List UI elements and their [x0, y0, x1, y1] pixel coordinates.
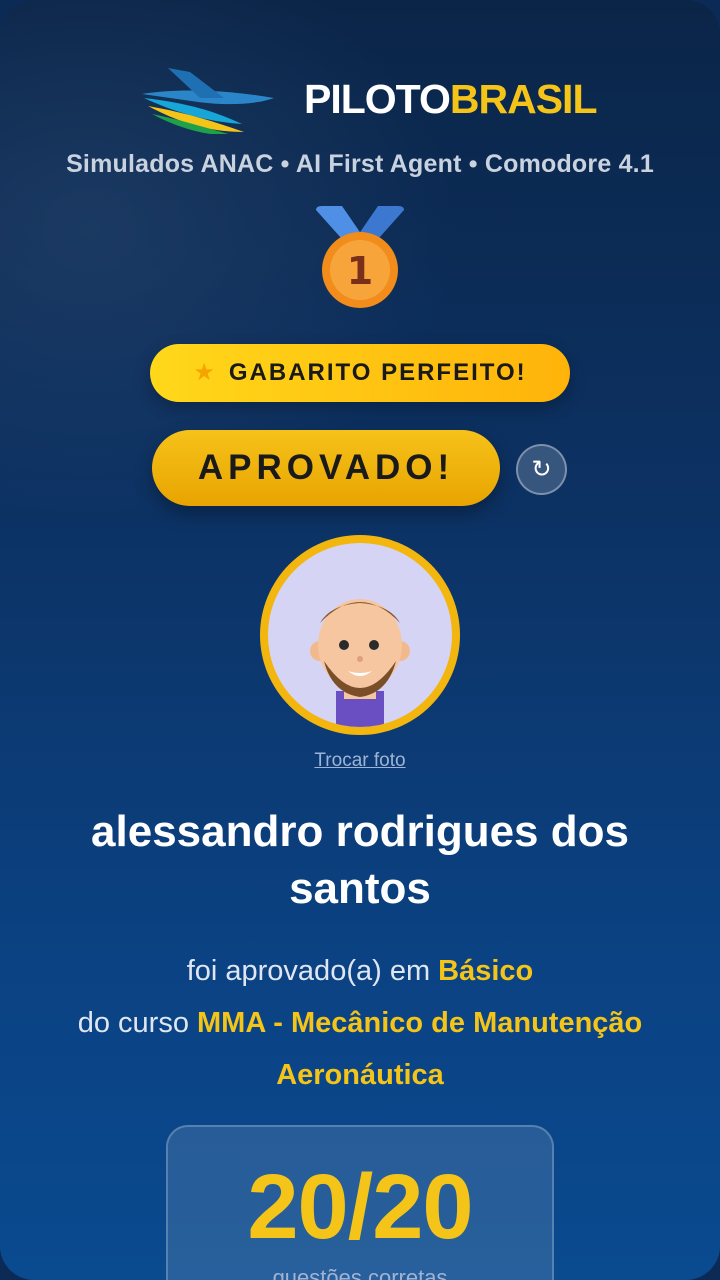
result-line-1: foi aprovado(a) em Básico	[30, 945, 690, 997]
student-name: alessandro rodrigues dos santos	[91, 807, 629, 913]
approved-badge: APROVADO!	[152, 430, 500, 506]
brand-header: PILOTOBRASIL	[0, 58, 720, 138]
approved-label: APROVADO!	[197, 448, 455, 487]
score-card: 20/20 questões corretas	[166, 1125, 554, 1280]
course-prefix-text: do curso	[77, 1007, 189, 1039]
result-line-2: do curso MMA - Mecânico de Manutenção Ae…	[30, 997, 690, 1101]
brand-name-yellow: BRASIL	[449, 76, 598, 122]
approved-in-text: foi aprovado(a) em	[186, 955, 431, 987]
result-screen: PILOTOBRASIL Simulados ANAC • AI First A…	[0, 0, 720, 1280]
avatar[interactable]	[260, 535, 460, 735]
user-avatar-icon	[310, 599, 410, 727]
brand-name-white: PILOTO	[304, 76, 451, 122]
first-place-medal-icon: 1	[316, 206, 404, 308]
perfect-score-badge: ★ GABARITO PERFEITO!	[150, 344, 570, 402]
course-name: MMA - Mecânico de Manutenção Aeronáutica	[197, 1007, 643, 1091]
score-value: 20/20	[247, 1156, 473, 1258]
result-description: foi aprovado(a) em Básico do curso MMA -…	[30, 945, 690, 1101]
star-icon: ★	[193, 359, 215, 386]
subtitle: Simulados ANAC • AI First Agent • Comodo…	[66, 150, 654, 178]
refresh-icon: ↻	[531, 456, 552, 483]
level-name: Básico	[438, 955, 534, 987]
score-caption: questões corretas	[272, 1265, 448, 1280]
avatar-image	[268, 543, 452, 727]
brand-name: PILOTOBRASIL	[304, 76, 598, 122]
refresh-button[interactable]: ↻	[516, 444, 567, 495]
medal-rank: 1	[347, 249, 373, 293]
change-photo-link[interactable]: Trocar foto	[0, 750, 720, 772]
plane-logo-icon	[142, 68, 274, 134]
perfect-score-label: GABARITO PERFEITO!	[228, 359, 527, 386]
